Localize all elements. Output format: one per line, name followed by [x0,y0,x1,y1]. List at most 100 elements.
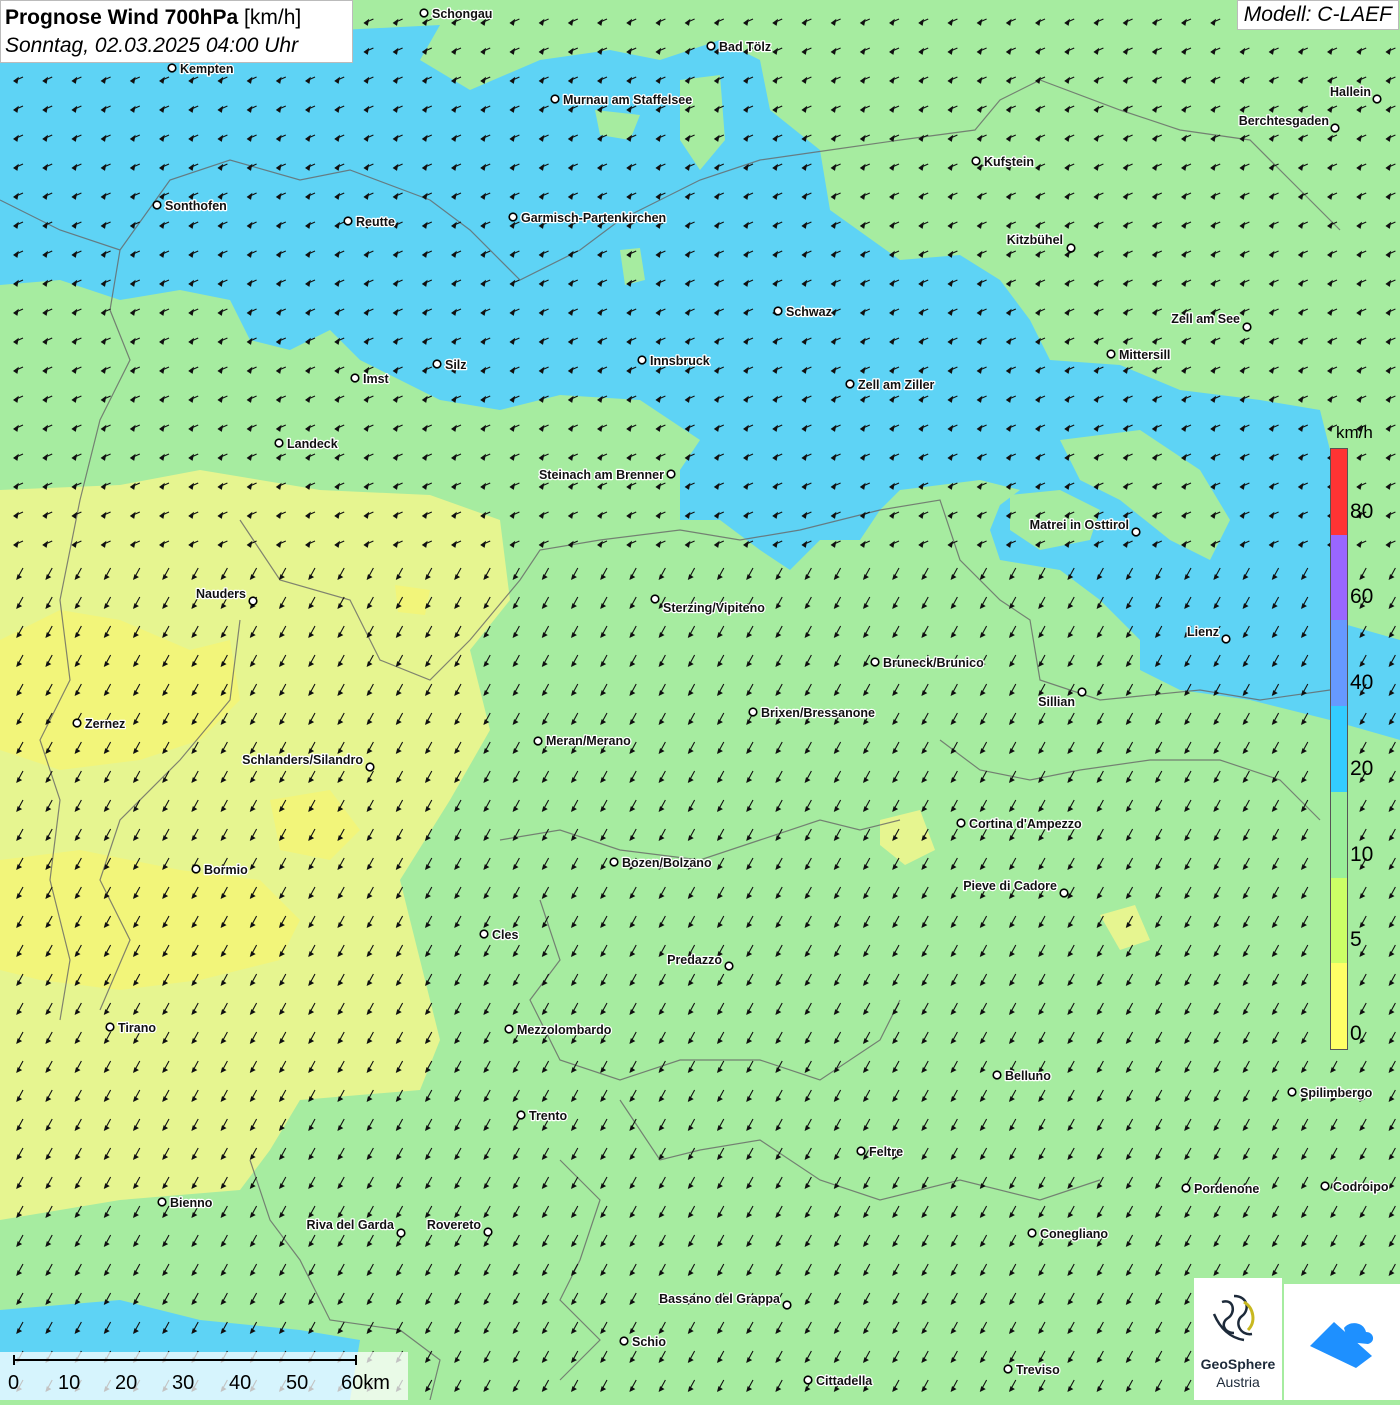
city-label: Zell am Ziller [858,378,935,392]
city-label: Meran/Merano [546,734,631,748]
city-marker [396,1228,406,1238]
city-label: Pieve di Cadore [963,879,1057,893]
city-label: Codroipo [1333,1180,1389,1194]
city-label: Zernez [85,717,125,731]
city-marker [248,596,258,606]
legend-color-segment [1331,706,1347,792]
mountain-cloud-icon [1310,1322,1374,1368]
city-marker [956,818,966,828]
scale-tick-label: 30 [172,1372,195,1394]
legend-color-segment [1331,877,1347,964]
city-marker [773,306,783,316]
scale-tick-label: 40 [229,1372,252,1394]
city-marker [619,1336,629,1346]
city-marker [1059,888,1069,898]
scale-tick-label: 50 [286,1372,309,1394]
city-label: Mezzolombardo [517,1023,612,1037]
city-marker [105,1022,115,1032]
lowest-wind-patch-4 [395,585,430,615]
city-marker [504,1024,514,1034]
city-label: Cortina d'Ampezzo [969,817,1082,831]
city-label: Kempten [180,62,233,76]
city-label: Kitzbühel [1007,233,1063,247]
city-label: Conegliano [1040,1227,1108,1241]
legend-color-segment [1331,534,1347,621]
scale-tick-label: 60km [341,1372,390,1394]
city-label: Schio [632,1335,666,1349]
city-label: Bad Tölz [719,40,771,54]
scale-tick-label: 20 [115,1372,138,1394]
city-marker [870,657,880,667]
legend-unit: km/h [1336,423,1373,442]
city-label: Sillian [1038,695,1075,709]
legend-value-label: 0 [1350,1022,1362,1045]
city-marker [167,63,177,73]
page-title: Prognose Wind 700hPa [km/h] [5,4,348,32]
city-label: Kufstein [984,155,1034,169]
city-marker [483,1227,493,1237]
legend-value-label: 10 [1350,842,1374,866]
city-marker [157,1197,167,1207]
legend-color-segment [1331,791,1347,878]
city-label: Berchtesgaden [1239,114,1329,128]
city-label: Cles [492,928,518,942]
wind-map[interactable]: Schongau Bad Tölz Kempten Murnau am Staffel… [0,0,1400,1400]
city-marker [419,8,429,18]
geosphere-logo[interactable]: GeoSphere Austria [1194,1278,1282,1400]
city-marker [1320,1181,1330,1191]
city-marker [72,718,82,728]
legend-color-segment [1331,963,1347,1049]
city-label: Belluno [1005,1069,1051,1083]
city-marker [1077,687,1087,697]
city-label: Cittadella [816,1374,873,1388]
city-label: Rovereto [427,1218,482,1232]
city-label: Bruneck/Brunico [883,656,984,670]
city-marker [508,212,518,222]
scale-tick-label: 0 [8,1372,20,1394]
city-marker [1027,1228,1037,1238]
city-label: Tirano [118,1021,156,1035]
city-label: Bozen/Bolzano [622,856,712,870]
city-label: Matrei in Osttirol [1030,518,1129,532]
city-label: Spilimbergo [1300,1086,1373,1100]
city-marker [550,94,560,104]
title-box: Prognose Wind 700hPa [km/h] Sonntag, 02.… [0,0,353,63]
legend-value-label: 5 [1350,928,1362,952]
app-logo[interactable] [1284,1284,1400,1400]
city-label: Imst [363,372,390,386]
city-marker [1330,123,1340,133]
city-label: Schongau [432,7,492,21]
city-label: Garmisch-Partenkirchen [521,211,666,225]
city-marker [191,864,201,874]
city-marker [365,762,375,772]
city-label: Brixen/Bressanone [761,706,875,720]
forecast-time: Sonntag, 02.03.2025 04:00 Uhr [5,34,299,57]
city-marker [856,1146,866,1156]
color-legend-bar [1330,448,1348,1050]
city-marker [350,373,360,383]
city-label: Hallein [1330,85,1371,99]
city-label: Schwaz [786,305,832,319]
city-label: Landeck [287,437,338,451]
city-marker [343,216,353,226]
legend-value-label: 80 [1350,499,1374,523]
logo-text-geosphere: GeoSphere [1200,1356,1276,1372]
city-marker [992,1070,1002,1080]
city-label: Murnau am Staffelsee [563,93,692,107]
city-marker [516,1110,526,1120]
city-label: Bienno [170,1196,213,1210]
legend-value-label: 40 [1350,671,1374,695]
model-label: Modell: C-LAEF [1236,0,1399,30]
city-marker [479,929,489,939]
city-marker [533,736,543,746]
city-label: Pordenone [1194,1182,1259,1196]
scale-tick-label: 10 [58,1372,81,1394]
city-label: Sterzing/Vipiteno [663,601,765,615]
logo-text-austria: Austria [1216,1374,1260,1390]
city-label: Predazzo [667,953,722,967]
legend-color-segment [1331,620,1347,707]
city-marker [1131,527,1141,537]
city-marker [748,707,758,717]
city-marker [666,469,676,479]
city-label: Nauders [196,587,246,601]
